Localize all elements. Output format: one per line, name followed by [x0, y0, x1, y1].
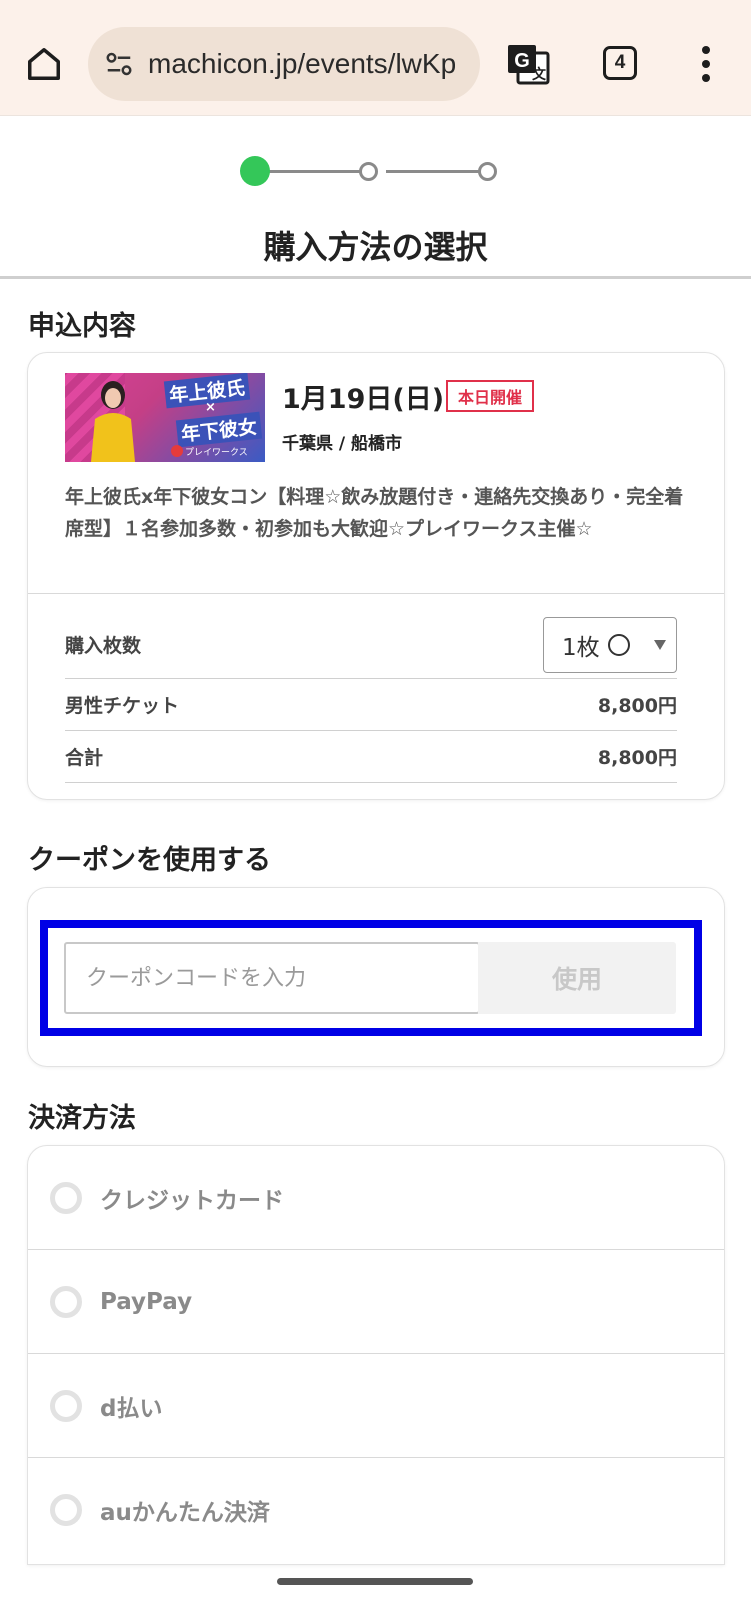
today-badge: 本日開催: [446, 380, 535, 412]
radio-button[interactable]: [50, 1285, 82, 1318]
translate-icon[interactable]: G 文: [506, 43, 550, 87]
radio-button[interactable]: [50, 1181, 82, 1214]
coupon-card: 使用: [27, 887, 725, 1067]
dropdown-arrow-icon: [654, 639, 666, 650]
step-1-active: [240, 156, 270, 186]
payment-option-label: クレジットカード: [100, 1187, 284, 1214]
event-date: 1月19日(日): [282, 384, 445, 415]
payment-option-paypay[interactable]: PayPay: [28, 1250, 724, 1354]
step-3: [478, 162, 497, 181]
url-text: machicon.jp/events/lwKp: [148, 48, 457, 79]
gesture-home-indicator[interactable]: [277, 1578, 473, 1585]
organizer-logo-icon: [171, 445, 183, 457]
event-description[interactable]: 年上彼氏x年下彼女コン【料理☆飲み放題付き・連絡先交換あり・完全着席型】１名参加…: [65, 481, 685, 545]
payment-card: クレジットカード PayPay d払い auかんたん決済: [27, 1145, 725, 1565]
payment-option-label: d払い: [100, 1395, 163, 1422]
coupon-heading: クーポンを使用する: [28, 845, 271, 876]
selected-circle-icon: [607, 633, 630, 656]
event-image-text-x: ×: [205, 400, 216, 415]
ticket-label: 男性チケット: [65, 695, 180, 717]
title-divider: [0, 276, 751, 279]
progress-stepper: [240, 155, 508, 187]
browser-toolbar: machicon.jp/events/lwKp G 文 4: [0, 0, 751, 116]
quantity-label: 購入枚数: [65, 635, 142, 657]
more-menu-icon[interactable]: [694, 46, 718, 82]
order-card: 年上彼氏 × 年下彼女 プレイワークス 1月19日(日) 本日開催 千葉県 / …: [27, 352, 725, 800]
event-image-text-2: 年下彼女: [175, 411, 263, 448]
quantity-row: 購入枚数 1枚: [65, 611, 677, 679]
payment-option-label: PayPay: [100, 1288, 193, 1315]
coupon-apply-button[interactable]: 使用: [478, 942, 676, 1014]
site-settings-icon[interactable]: [104, 49, 134, 79]
event-location: 千葉県 / 船橋市: [282, 434, 403, 454]
page-title: 購入方法の選択: [263, 228, 488, 266]
svg-text:G: G: [514, 50, 530, 72]
order-heading: 申込内容: [28, 311, 136, 342]
organizer-logo-text: プレイワークス: [185, 448, 248, 458]
coupon-code-input[interactable]: [64, 942, 480, 1014]
payment-option-credit-card[interactable]: クレジットカード: [28, 1146, 724, 1250]
total-row: 合計 8,800円: [65, 731, 677, 783]
payment-option-label: auかんたん決済: [100, 1500, 270, 1526]
payment-heading: 決済方法: [28, 1103, 136, 1134]
quantity-value: 1枚: [562, 634, 600, 661]
home-icon[interactable]: [20, 40, 68, 88]
total-price: 8,800円: [597, 747, 677, 769]
tab-switcher-button[interactable]: 4: [603, 46, 637, 80]
ticket-row: 男性チケット 8,800円: [65, 679, 677, 731]
payment-option-d-barai[interactable]: d払い: [28, 1354, 724, 1458]
radio-button[interactable]: [50, 1389, 82, 1422]
event-image[interactable]: 年上彼氏 × 年下彼女 プレイワークス: [65, 373, 265, 462]
step-2: [359, 162, 378, 181]
payment-option-au-easy[interactable]: auかんたん決済: [28, 1458, 724, 1562]
url-bar[interactable]: machicon.jp/events/lwKp: [88, 27, 480, 101]
svg-text:文: 文: [532, 66, 547, 83]
quantity-select[interactable]: 1枚: [543, 616, 677, 673]
total-label: 合計: [65, 747, 104, 769]
ticket-price: 8,800円: [597, 695, 677, 717]
radio-button[interactable]: [50, 1494, 82, 1526]
